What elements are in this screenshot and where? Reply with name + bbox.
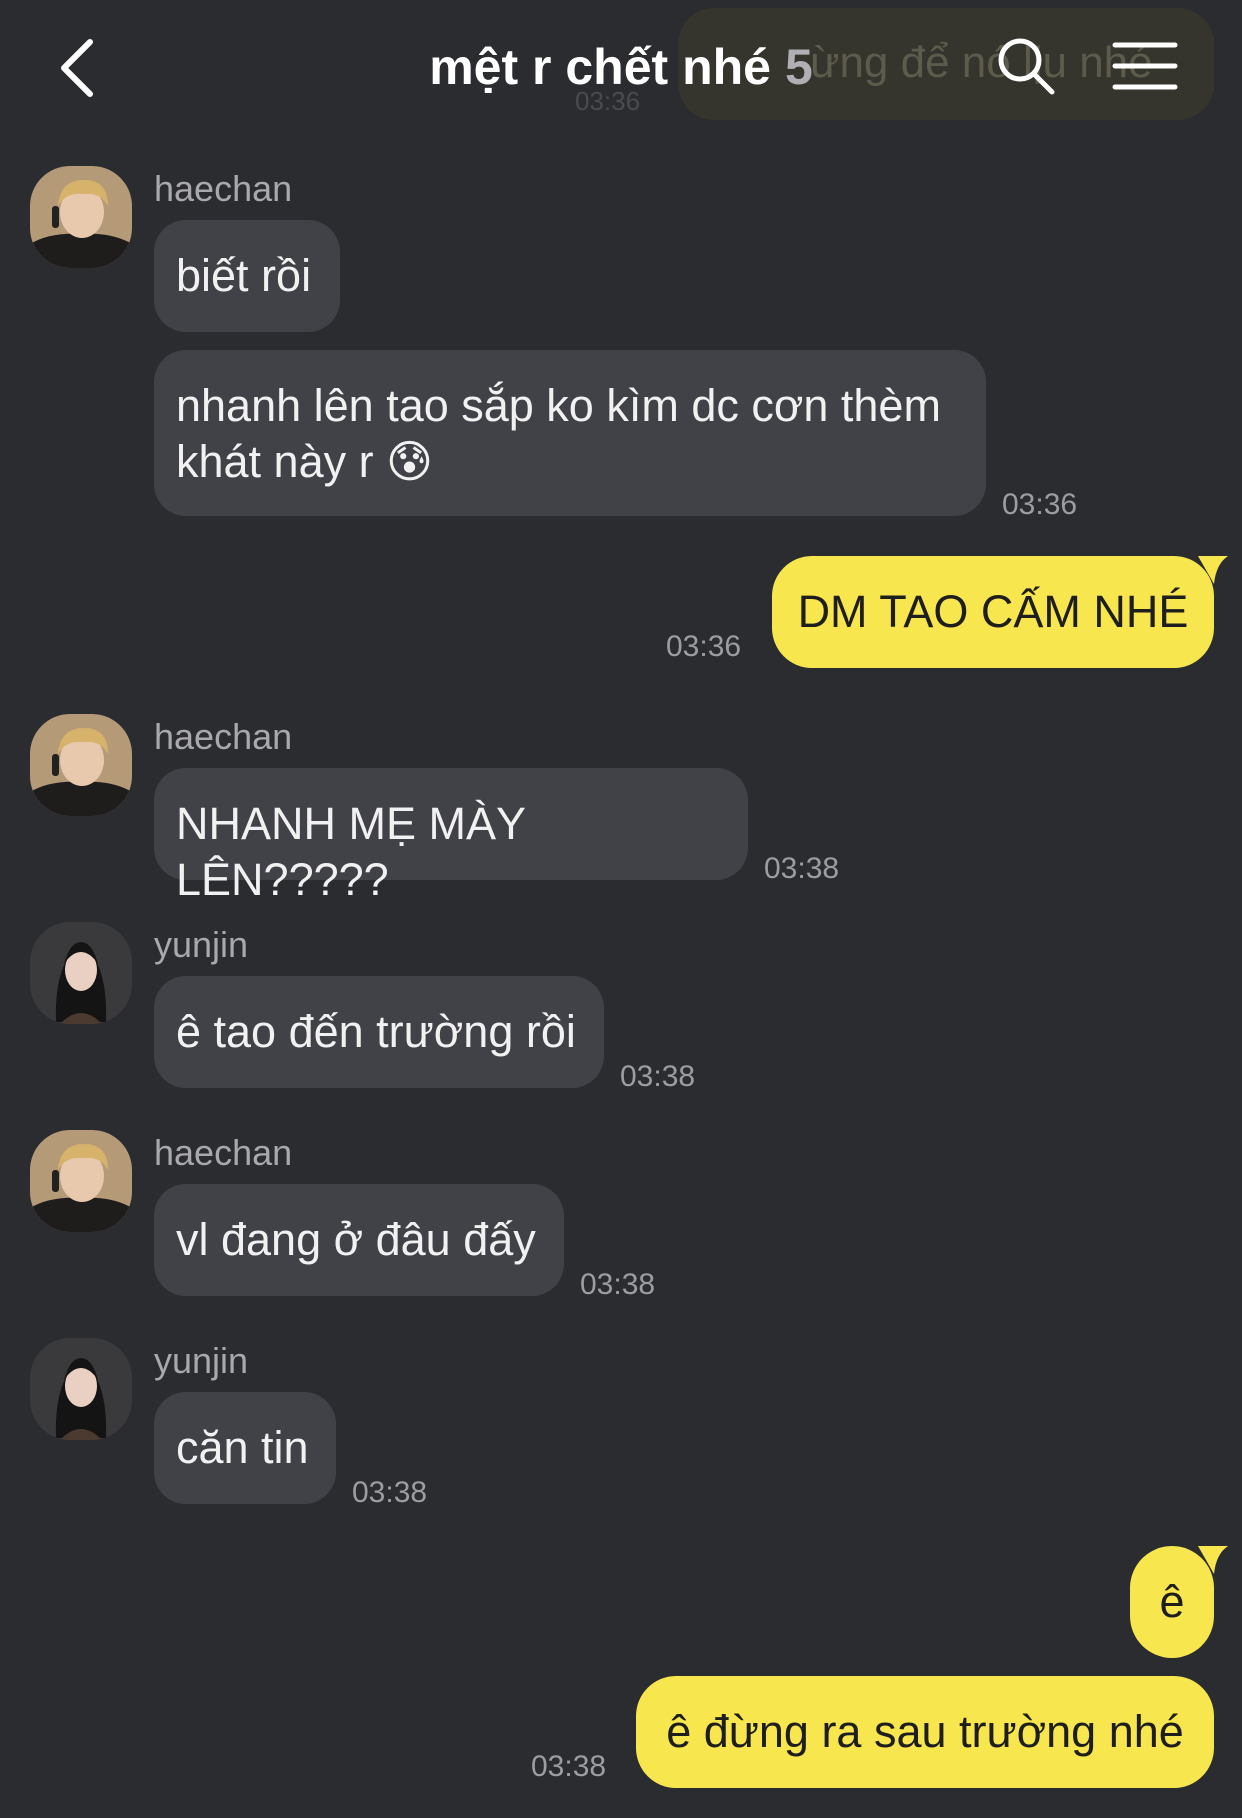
message-text: NHANH MẸ MÀY LÊN????? <box>176 798 526 905</box>
message-text: ê <box>1159 1576 1185 1627</box>
search-icon <box>998 38 1055 95</box>
outgoing-message-bubble[interactable]: DM TAO CẤM NHÉ <box>772 556 1214 668</box>
message-bubble[interactable]: NHANH MẸ MÀY LÊN????? <box>154 768 748 905</box>
message-text: DM TAO CẤM NHÉ <box>797 586 1189 637</box>
message-text: biết rồi <box>176 250 312 301</box>
message-bubble[interactable]: căn tin <box>154 1392 336 1504</box>
message-bubble[interactable]: biết rồi <box>154 220 340 332</box>
bubble-tail <box>1198 1546 1228 1574</box>
message-time: 03:36 <box>1002 488 1078 521</box>
avatar-haechan[interactable] <box>30 714 132 816</box>
avatar-haechan[interactable] <box>30 1130 132 1232</box>
menu-button[interactable] <box>1112 40 1178 92</box>
message-text: nhanh lên tao sắp ko kìm dc cơn thèm <box>176 380 941 431</box>
message-bubble[interactable]: ê tao đến trường rồi <box>154 976 604 1088</box>
outgoing-message-bubble[interactable]: ê đừng ra sau trường nhé <box>636 1676 1214 1788</box>
message-time: 03:38 <box>352 1476 428 1509</box>
sender-name: haechan <box>154 1132 293 1173</box>
message-text: ê tao đến trường rồi <box>176 1006 576 1057</box>
message-text-line2: khát này r 😰 <box>176 436 434 487</box>
message-time: 03:36 <box>666 630 742 663</box>
sender-name: haechan <box>154 716 293 757</box>
sender-name: yunjin <box>154 924 249 965</box>
search-button[interactable] <box>994 34 1058 98</box>
message-time: 03:38 <box>620 1060 696 1093</box>
avatar-haechan[interactable] <box>30 166 132 268</box>
chat-header: ừng để nó lịu nhé 03:36 mệt r chết nhé 5 <box>0 0 1242 130</box>
avatar-yunjin[interactable] <box>30 922 132 1024</box>
message-text: căn tin <box>176 1422 309 1473</box>
message-time: 03:38 <box>531 1750 607 1783</box>
message-time: 03:38 <box>580 1268 656 1301</box>
message-time: 03:38 <box>764 852 840 885</box>
message-bubble[interactable]: nhanh lên tao sắp ko kìm dc cơn thèm khá… <box>154 350 986 516</box>
avatar-yunjin[interactable] <box>30 1338 132 1440</box>
chat-title: mệt r chết nhé <box>429 39 771 95</box>
message-bubble[interactable]: vl đang ở đâu đấy <box>154 1184 564 1296</box>
hamburger-menu-icon <box>1112 42 1178 90</box>
message-text: ê đừng ra sau trường nhé <box>666 1706 1184 1757</box>
bubble-tail <box>1198 556 1228 584</box>
message-text: vl đang ở đâu đấy <box>176 1214 536 1265</box>
member-count: 5 <box>784 39 813 95</box>
sender-name: haechan <box>154 168 293 209</box>
sender-name: yunjin <box>154 1340 249 1381</box>
